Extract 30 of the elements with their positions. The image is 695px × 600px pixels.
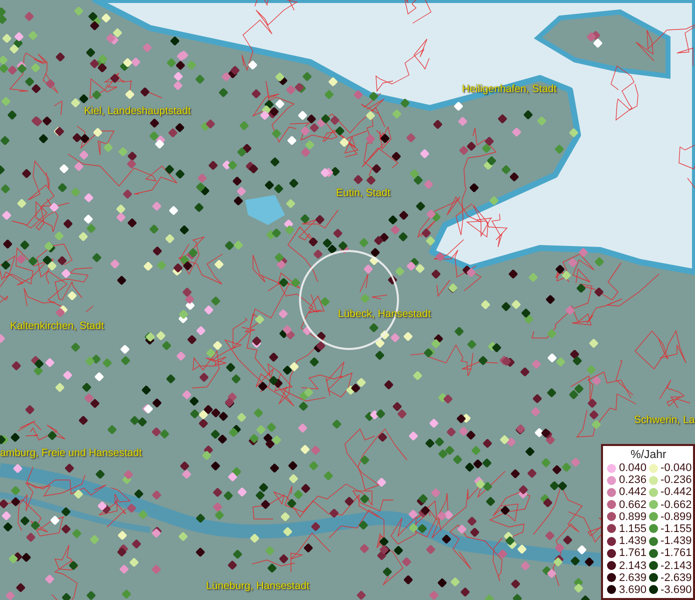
legend-label: 1.439 [619,535,647,548]
legend-label: 2.143 [619,560,647,572]
legend-label: 3.690 [619,584,647,596]
legend-label: 1.761 [619,547,647,560]
place-label: Heiligenhafen, Stadt [462,83,557,95]
place-label: amburg, Freie und Hansestadt [0,447,142,459]
legend-label: -0.442 [660,486,692,498]
place-label: Lüneburg, Hansestadt [206,580,310,592]
legend-label: 0.899 [619,510,647,523]
legend-label: 0.040 [619,462,647,474]
legend-label: -1.439 [660,535,692,548]
place-label: Eutin, Stadt [336,187,390,199]
legend-label: 1.155 [619,522,647,535]
place-label: Kaltenkirchen, Stadt [10,320,104,332]
legend-label: -1.155 [660,522,692,535]
legend-label: -0.899 [660,510,692,523]
legend-label: -0.662 [660,498,692,511]
legend-label: -0.040 [660,462,692,474]
legend-label: 2.639 [619,572,647,584]
legend-title: %/Jahr [630,448,668,462]
place-label: Schwerin, La [634,414,695,426]
legend-label: -0.236 [660,474,692,486]
legend-label: -2.143 [660,560,692,572]
legend-label: -2.639 [660,572,692,584]
legend-label: -3.690 [660,584,692,596]
legend-label: 0.236 [619,474,647,486]
place-label: Kiel, Landeshauptstadt [84,105,191,117]
legend-label: 0.662 [619,498,647,511]
legend-label: -1.761 [660,547,692,560]
legend-label: 0.442 [619,486,647,498]
